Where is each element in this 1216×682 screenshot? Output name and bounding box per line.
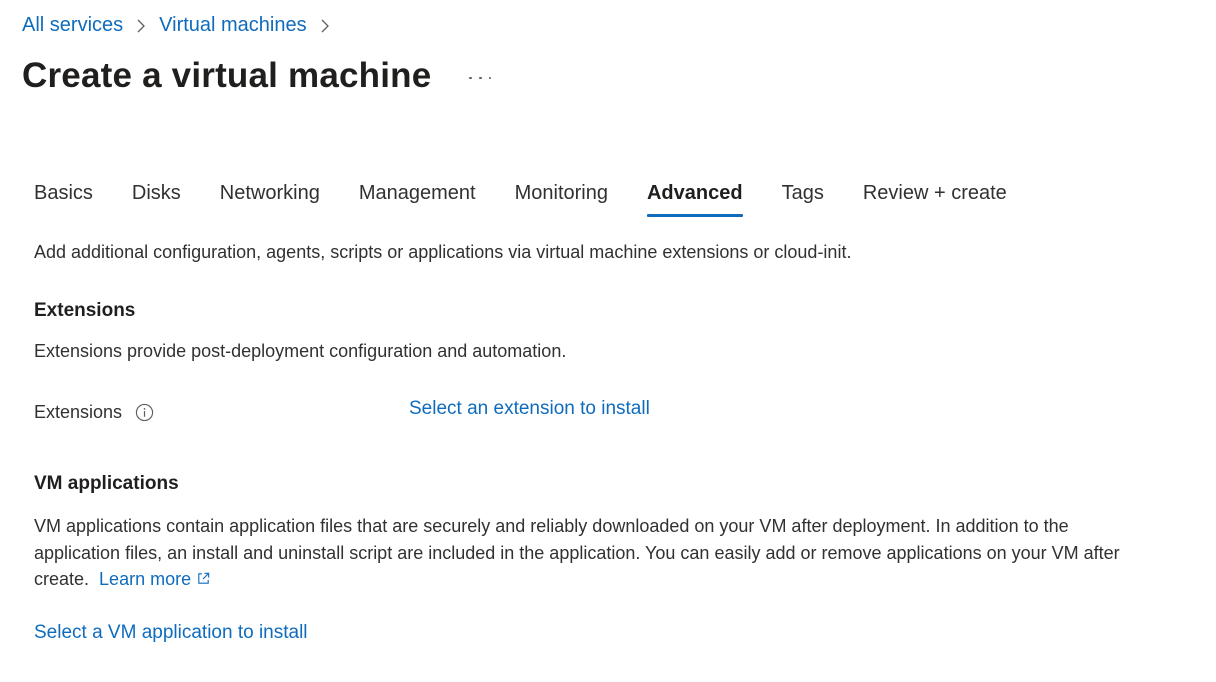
select-vm-application-link[interactable]: Select a VM application to install bbox=[34, 622, 308, 644]
tab-advanced[interactable]: Advanced bbox=[646, 182, 743, 217]
select-extension-link[interactable]: Select an extension to install bbox=[409, 398, 650, 420]
tab-monitoring[interactable]: Monitoring bbox=[515, 182, 608, 217]
tab-review-create[interactable]: Review + create bbox=[863, 182, 1007, 217]
vm-applications-heading: VM applications bbox=[34, 473, 179, 494]
info-icon[interactable] bbox=[135, 403, 154, 422]
ellipsis-icon bbox=[469, 76, 472, 80]
tab-disks[interactable]: Disks bbox=[132, 182, 181, 217]
learn-more-label: Learn more bbox=[99, 569, 192, 589]
extensions-field: Extensions bbox=[34, 402, 154, 423]
more-options-button[interactable] bbox=[469, 72, 492, 84]
breadcrumb-virtual-machines[interactable]: Virtual machines bbox=[159, 14, 306, 37]
breadcrumb-all-services[interactable]: All services bbox=[22, 14, 123, 37]
page-title: Create a virtual machine bbox=[22, 56, 432, 95]
tab-networking[interactable]: Networking bbox=[220, 182, 320, 217]
vm-applications-description: VM applications contain application file… bbox=[34, 513, 1154, 593]
tab-tags[interactable]: Tags bbox=[782, 182, 824, 217]
extensions-description: Extensions provide post-deployment confi… bbox=[34, 341, 567, 361]
intro-text: Add additional configuration, agents, sc… bbox=[34, 242, 852, 262]
title-row: Create a virtual machine bbox=[22, 56, 492, 96]
tab-basics[interactable]: Basics bbox=[34, 182, 93, 217]
chevron-right-icon bbox=[137, 19, 146, 32]
extensions-field-label: Extensions bbox=[34, 402, 123, 422]
tab-bar: Basics Disks Networking Management Monit… bbox=[34, 182, 1046, 217]
extensions-heading: Extensions bbox=[34, 300, 136, 321]
learn-more-link[interactable]: Learn more bbox=[99, 569, 211, 589]
tab-management[interactable]: Management bbox=[359, 182, 476, 217]
chevron-right-icon bbox=[321, 19, 329, 32]
breadcrumb: All services Virtual machines bbox=[22, 14, 343, 37]
external-link-icon bbox=[198, 572, 210, 584]
